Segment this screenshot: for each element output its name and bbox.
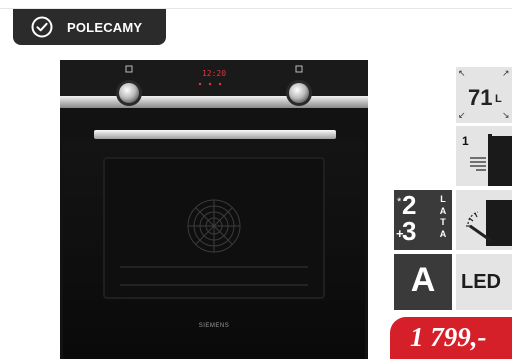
energy-class-tile: A [394,254,452,310]
badge-label: POLECAMY [67,19,143,35]
led-label: LED [461,271,501,293]
price-tag: 1 799,- [390,317,512,359]
oven-display: 12:20 [202,69,226,78]
timer-tile [456,190,512,250]
capacity-unit: L [495,93,502,105]
capacity-value: 71 [468,85,493,110]
levels-tile: 1 [456,126,512,186]
energy-class-value: A [410,261,436,299]
warranty-star: * [397,196,402,208]
recommended-badge: POLECAMY [13,9,166,45]
oven-brand: SIEMENS [199,323,230,329]
warranty-tile: * 2 + 3 L A T A [394,190,452,250]
oven-product-image[interactable]: 12:20 SIEMENS [60,60,368,359]
warranty-extra-years: 3 [402,216,417,246]
check-circle-icon [31,16,53,38]
oven-levels-icon [470,134,512,186]
capacity-tile: ↖ ↗ ↙ ↘ 71 L [456,67,512,123]
expand-arrows-icon: ↖ [458,68,466,78]
price-value: 1 799,- [410,322,487,352]
warranty-years-word: L A T A [439,194,447,239]
led-lighting-tile: LED [456,254,512,310]
timer-dial-icon [466,200,512,246]
